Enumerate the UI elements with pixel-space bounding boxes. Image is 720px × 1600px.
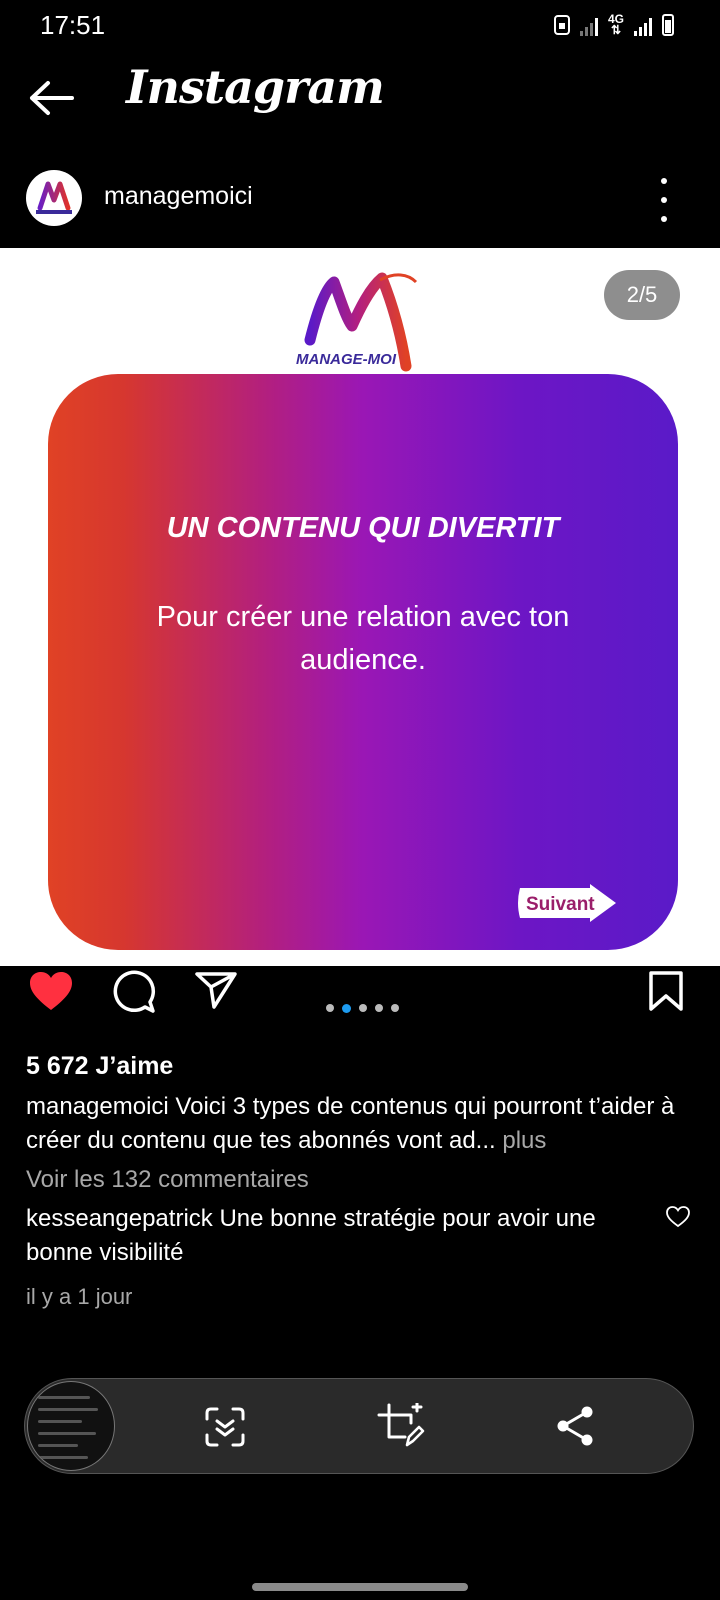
view-comments-link[interactable]: Voir les 132 commentaires	[26, 1166, 309, 1194]
signal-icon	[579, 16, 598, 36]
slide-counter: 2/5	[604, 270, 680, 320]
send-icon[interactable]	[194, 970, 238, 1010]
network-type: 4G ⇅	[607, 12, 624, 37]
share-icon[interactable]	[555, 1405, 595, 1447]
scan-text-icon[interactable]	[205, 1407, 245, 1447]
caption-more[interactable]: plus	[502, 1127, 546, 1154]
likes-count[interactable]: 5 672 J’aime	[26, 1052, 173, 1081]
carousel-dot	[342, 1004, 351, 1013]
screenshot-thumbnail[interactable]	[27, 1381, 115, 1471]
crop-edit-icon[interactable]	[377, 1403, 425, 1449]
screenshot-toolbar	[24, 1378, 694, 1474]
post-username[interactable]: managemoici	[104, 182, 253, 211]
post-media[interactable]: MANAGE-MOI 2/5 UN CONTENU QUI DIVERTIT P…	[0, 248, 720, 966]
status-time: 17:51	[40, 10, 106, 40]
more-options-icon[interactable]	[652, 178, 676, 222]
svg-text:MANAGE-MOI: MANAGE-MOI	[296, 351, 397, 368]
post-caption[interactable]: managemoici Voici 3 types de contenus qu…	[26, 1090, 696, 1158]
back-arrow-icon[interactable]	[28, 78, 76, 118]
signal-icon-2	[634, 16, 652, 36]
carousel-dot	[326, 1004, 334, 1012]
comment-icon[interactable]	[112, 970, 156, 1014]
slide-card: UN CONTENU QUI DIVERTIT Pour créer une r…	[48, 374, 678, 950]
top-comment: kesseangepatrick Une bonne stratégie pou…	[26, 1202, 626, 1270]
slide-heading: UN CONTENU QUI DIVERTIT	[166, 512, 560, 544]
comment-like-icon[interactable]	[666, 1206, 690, 1228]
carousel-indicator	[326, 1004, 399, 1013]
carousel-dot	[391, 1004, 399, 1012]
battery-icon	[662, 14, 674, 36]
manage-moi-logo-icon	[36, 181, 72, 214]
post-timestamp: il y a 1 jour	[26, 1284, 133, 1309]
home-indicator[interactable]	[252, 1583, 468, 1591]
caption-username[interactable]: managemoici	[26, 1093, 169, 1120]
slide-body: Pour créer une relation avec ton audienc…	[156, 601, 570, 676]
bookmark-icon[interactable]	[648, 970, 684, 1012]
comment-username[interactable]: kesseangepatrick	[26, 1205, 213, 1232]
brand-logo: MANAGE-MOI	[296, 272, 418, 372]
carousel-dot	[359, 1004, 367, 1012]
instagram-logo: Instagram	[126, 60, 385, 114]
svg-text:Suivant: Suivant	[526, 894, 595, 915]
carousel-dot	[375, 1004, 383, 1012]
avatar[interactable]	[26, 170, 82, 226]
sim-icon	[553, 15, 570, 35]
heart-icon[interactable]	[28, 970, 74, 1012]
status-icons: 4G ⇅	[553, 12, 674, 37]
next-arrow-badge: Suivant	[518, 884, 616, 922]
